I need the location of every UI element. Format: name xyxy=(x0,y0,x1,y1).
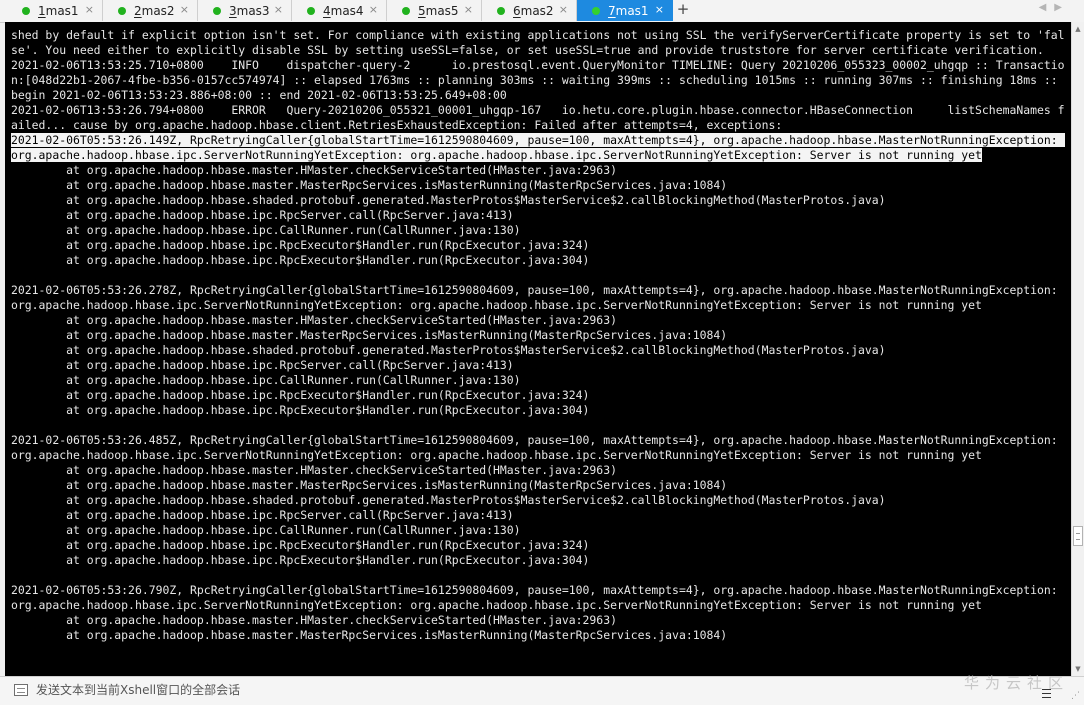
terminal-line: 2021-02-06T05:53:26.278Z, RpcRetryingCal… xyxy=(11,283,1065,312)
tab-close-icon[interactable]: × xyxy=(369,3,378,16)
new-tab-button[interactable]: + xyxy=(673,0,693,21)
terminal-line: at org.apache.hadoop.hbase.master.HMaste… xyxy=(11,163,617,177)
tab-number: 3 xyxy=(229,3,237,18)
compose-input[interactable] xyxy=(34,680,938,700)
tab-4-mas4[interactable]: 4 mas4 × xyxy=(292,0,387,21)
terminal-line: at org.apache.hadoop.hbase.shaded.protob… xyxy=(11,493,886,507)
terminal-line: at org.apache.hadoop.hbase.ipc.RpcServer… xyxy=(11,358,514,372)
terminal-line: at org.apache.hadoop.hbase.ipc.CallRunne… xyxy=(11,523,521,537)
compose-bar-icon[interactable] xyxy=(14,684,28,696)
terminal-line: 2021-02-06T05:53:26.485Z, RpcRetryingCal… xyxy=(11,433,1065,462)
tab-number: 2 xyxy=(134,3,142,18)
connection-status-icon xyxy=(22,6,30,15)
tab-number: 1 xyxy=(38,3,46,18)
terminal-line: at org.apache.hadoop.hbase.master.HMaste… xyxy=(11,613,617,627)
terminal-line: at org.apache.hadoop.hbase.ipc.RpcExecut… xyxy=(11,538,590,552)
tab-label: mas2 xyxy=(520,3,554,18)
tab-close-icon[interactable]: × xyxy=(464,3,473,16)
tab-2-mas2[interactable]: 2 mas2 × xyxy=(103,0,198,21)
selected-terminal-line: 2021-02-06T05:53:26.149Z, RpcRetryingCal… xyxy=(11,133,1065,162)
terminal-line: at org.apache.hadoop.hbase.ipc.RpcExecut… xyxy=(11,388,590,402)
session-tab-bar: 1 mas1 × 2 mas2 × 3 mas3 × 4 mas4 × 5 mas5 × 6 mas… xyxy=(0,0,1084,23)
tab-close-icon[interactable]: × xyxy=(655,3,664,16)
connection-status-icon xyxy=(213,6,221,15)
terminal-line: at org.apache.hadoop.hbase.ipc.RpcExecut… xyxy=(11,403,590,417)
compose-menu-icon[interactable] xyxy=(1042,689,1051,698)
scrollbar-thumb[interactable] xyxy=(1073,526,1083,546)
tab-6-mas2[interactable]: 6 mas2 × xyxy=(482,0,577,21)
terminal-line: shed by default if explicit option isn't… xyxy=(11,28,1065,57)
tab-label: mas1 xyxy=(45,3,79,18)
terminal-line: at org.apache.hadoop.hbase.ipc.CallRunne… xyxy=(11,373,521,387)
terminal-line: at org.apache.hadoop.hbase.ipc.RpcServer… xyxy=(11,508,514,522)
tab-number: 6 xyxy=(513,3,521,18)
connection-status-icon xyxy=(497,6,505,15)
tab-label: mas4 xyxy=(330,3,364,18)
tab-label: mas1 xyxy=(615,3,649,18)
terminal-line: at org.apache.hadoop.hbase.master.Master… xyxy=(11,178,728,192)
tab-number: 7 xyxy=(608,3,616,18)
terminal-line: at org.apache.hadoop.hbase.master.HMaste… xyxy=(11,463,617,477)
tab-label: mas5 xyxy=(425,3,459,18)
tab-3-mas3[interactable]: 3 mas3 × xyxy=(198,0,292,21)
terminal-scrollbar[interactable]: ▲ ▼ xyxy=(1071,22,1084,676)
tab-close-icon[interactable]: × xyxy=(85,3,94,16)
watermark-text: 华为云社区 xyxy=(964,674,1070,692)
terminal-line: at org.apache.hadoop.hbase.shaded.protob… xyxy=(11,343,886,357)
terminal-line: at org.apache.hadoop.hbase.ipc.RpcExecut… xyxy=(11,553,590,567)
tab-7-mas1[interactable]: 7 mas1 × xyxy=(577,0,673,21)
scroll-up-arrow-icon[interactable]: ▲ xyxy=(1072,22,1084,36)
tab-scroll-arrows-icon[interactable]: ◀▶ xyxy=(1039,2,1070,13)
connection-status-icon xyxy=(402,6,410,15)
compose-bar xyxy=(0,676,1084,705)
terminal-line: at org.apache.hadoop.hbase.master.Master… xyxy=(11,478,728,492)
terminal-line: at org.apache.hadoop.hbase.master.HMaste… xyxy=(11,313,617,327)
tab-label: mas3 xyxy=(236,3,270,18)
terminal-line: 2021-02-06T13:53:25.710+0800 INFO dispat… xyxy=(11,58,1065,102)
tab-close-icon[interactable]: × xyxy=(559,3,568,16)
tab-close-icon[interactable]: × xyxy=(274,3,283,16)
terminal-output[interactable]: shed by default if explicit option isn't… xyxy=(5,22,1071,676)
tab-1-mas1[interactable]: 1 mas1 × xyxy=(7,0,103,21)
scroll-down-arrow-icon[interactable]: ▼ xyxy=(1072,662,1084,676)
terminal-line: at org.apache.hadoop.hbase.master.Master… xyxy=(11,628,728,642)
terminal-line: at org.apache.hadoop.hbase.ipc.RpcExecut… xyxy=(11,238,590,252)
tab-number: 4 xyxy=(323,3,331,18)
connection-status-icon xyxy=(592,6,600,15)
tab-close-icon[interactable]: × xyxy=(180,3,189,16)
terminal-line: at org.apache.hadoop.hbase.ipc.CallRunne… xyxy=(11,223,521,237)
tab-number: 5 xyxy=(418,3,426,18)
terminal-line: 2021-02-06T13:53:26.794+0800 ERROR Query… xyxy=(11,103,1065,132)
resize-grip-icon[interactable]: ⋰ xyxy=(1071,692,1080,701)
terminal-line: at org.apache.hadoop.hbase.ipc.RpcExecut… xyxy=(11,253,590,267)
terminal-line: at org.apache.hadoop.hbase.master.Master… xyxy=(11,328,728,342)
terminal-text: shed by default if explicit option isn't… xyxy=(11,28,1065,643)
tab-label: mas2 xyxy=(141,3,175,18)
tab-5-mas5[interactable]: 5 mas5 × xyxy=(387,0,482,21)
connection-status-icon xyxy=(307,6,315,15)
connection-status-icon xyxy=(118,6,126,15)
terminal-line: 2021-02-06T05:53:26.790Z, RpcRetryingCal… xyxy=(11,583,1065,612)
terminal-line: at org.apache.hadoop.hbase.ipc.RpcServer… xyxy=(11,208,514,222)
terminal-line: at org.apache.hadoop.hbase.shaded.protob… xyxy=(11,193,886,207)
